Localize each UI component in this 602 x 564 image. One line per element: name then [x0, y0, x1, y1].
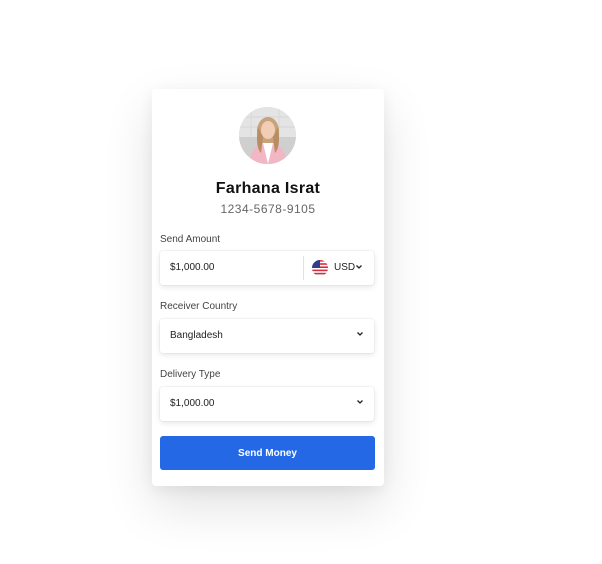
receiver-country-select[interactable]: Bangladesh: [160, 319, 374, 353]
send-money-card: Farhana Israt 1234-5678-9105 Send Amount…: [152, 89, 384, 486]
user-name: Farhana Israt: [215, 180, 321, 197]
currency-select[interactable]: USD: [312, 260, 372, 276]
chevron-down-icon: [356, 265, 362, 269]
currency-code: USD: [334, 262, 356, 273]
avatar-photo: [239, 107, 296, 164]
chevron-down-icon: [357, 332, 363, 336]
delivery-type-label: Delivery Type: [160, 369, 221, 380]
receiver-country-value: Bangladesh: [170, 330, 223, 341]
send-amount-field[interactable]: $1,000.00 USD: [160, 251, 374, 285]
send-amount-value[interactable]: $1,000.00: [170, 262, 215, 273]
account-number: 1234-5678-9105: [220, 202, 316, 216]
us-flag-icon: [312, 260, 328, 276]
delivery-type-select[interactable]: $1,000.00: [160, 387, 374, 421]
send-money-button[interactable]: Send Money: [160, 436, 375, 470]
delivery-type-value: $1,000.00: [170, 398, 215, 409]
avatar: [239, 107, 296, 164]
field-divider: [303, 256, 304, 280]
receiver-country-label: Receiver Country: [160, 301, 238, 312]
send-amount-label: Send Amount: [160, 234, 221, 245]
chevron-down-icon: [357, 400, 363, 404]
